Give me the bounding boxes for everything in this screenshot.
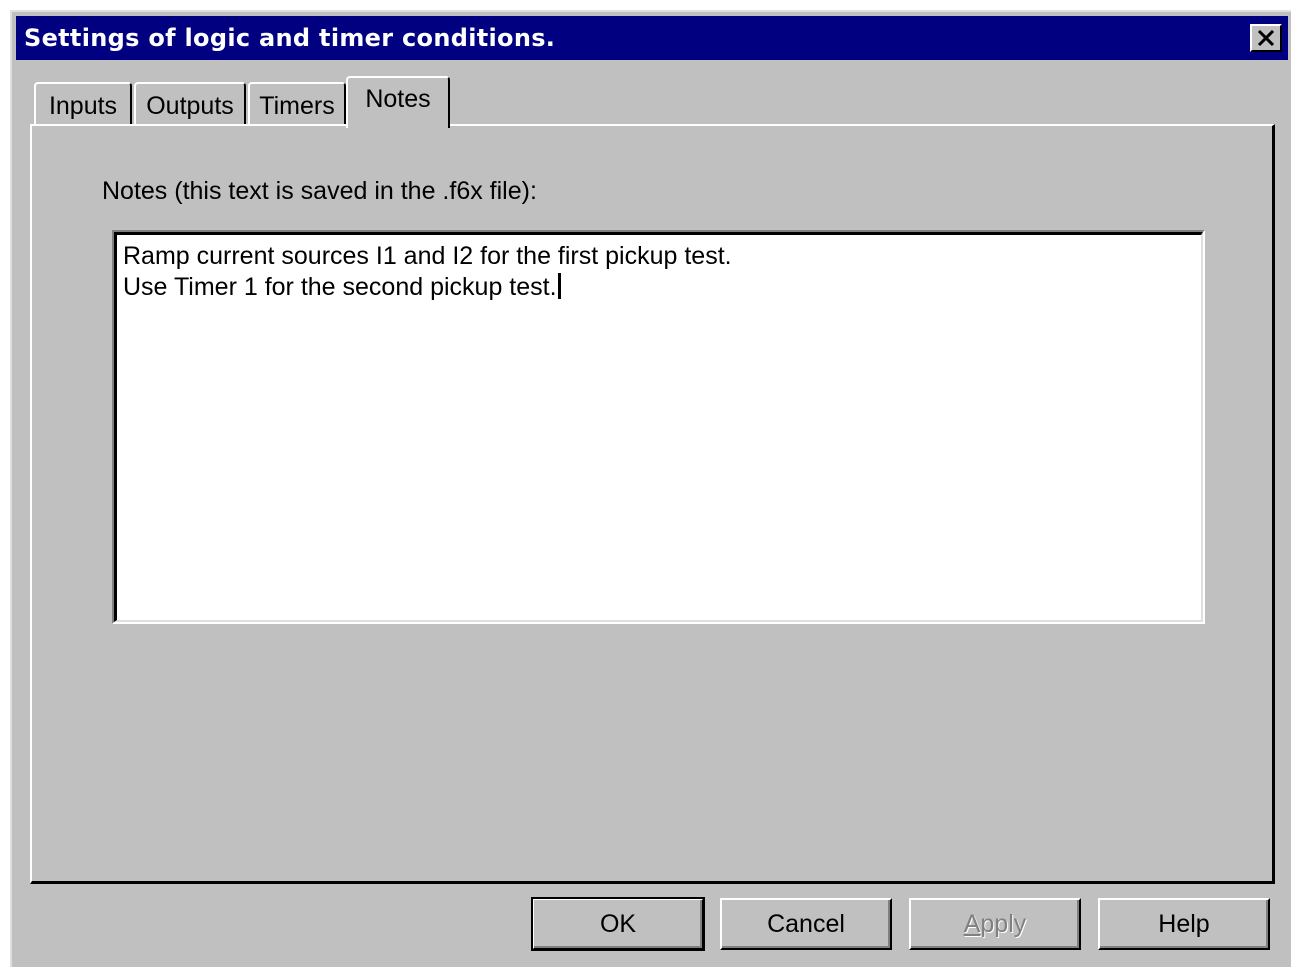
window-title: Settings of logic and timer conditions. [24,24,556,52]
notes-line-1: Ramp current sources I1 and I2 for the f… [123,242,732,270]
tab-inputs-label: Inputs [48,91,118,120]
close-button[interactable] [1250,24,1282,52]
apply-button-label: Apply [964,910,1027,939]
tab-timers[interactable]: Timers [248,82,346,128]
tab-outputs[interactable]: Outputs [134,82,246,128]
cancel-button-label: Cancel [767,909,845,938]
ok-button-label: OK [599,909,637,938]
cancel-button[interactable]: Cancel [720,898,892,950]
tab-notes[interactable]: Notes [346,76,450,128]
notes-textarea-frame: Ramp current sources I1 and I2 for the f… [112,230,1205,624]
tab-outputs-label: Outputs [146,91,234,120]
notes-line-2: Use Timer 1 for the second pickup test. [123,272,1195,303]
close-icon [1257,29,1275,47]
tab-timers-label: Timers [259,91,335,120]
notes-textarea[interactable]: Ramp current sources I1 and I2 for the f… [114,232,1203,622]
text-caret [557,273,561,299]
notes-line-2-text: Use Timer 1 for the second pickup test. [123,273,557,301]
help-button[interactable]: Help [1098,898,1270,950]
apply-button[interactable]: Apply [909,898,1081,950]
tab-inputs[interactable]: Inputs [34,82,132,128]
dialog-window: Settings of logic and timer conditions. … [10,10,1291,967]
help-button-label: Help [1158,909,1210,938]
title-bar: Settings of logic and timer conditions. [16,16,1288,60]
apply-label-rest: pply [980,909,1027,938]
notes-label: Notes (this text is saved in the .f6x fi… [102,177,537,205]
ok-button[interactable]: OK [531,897,705,951]
tab-notes-label: Notes [365,84,431,113]
apply-mnemonic: A [963,909,981,938]
